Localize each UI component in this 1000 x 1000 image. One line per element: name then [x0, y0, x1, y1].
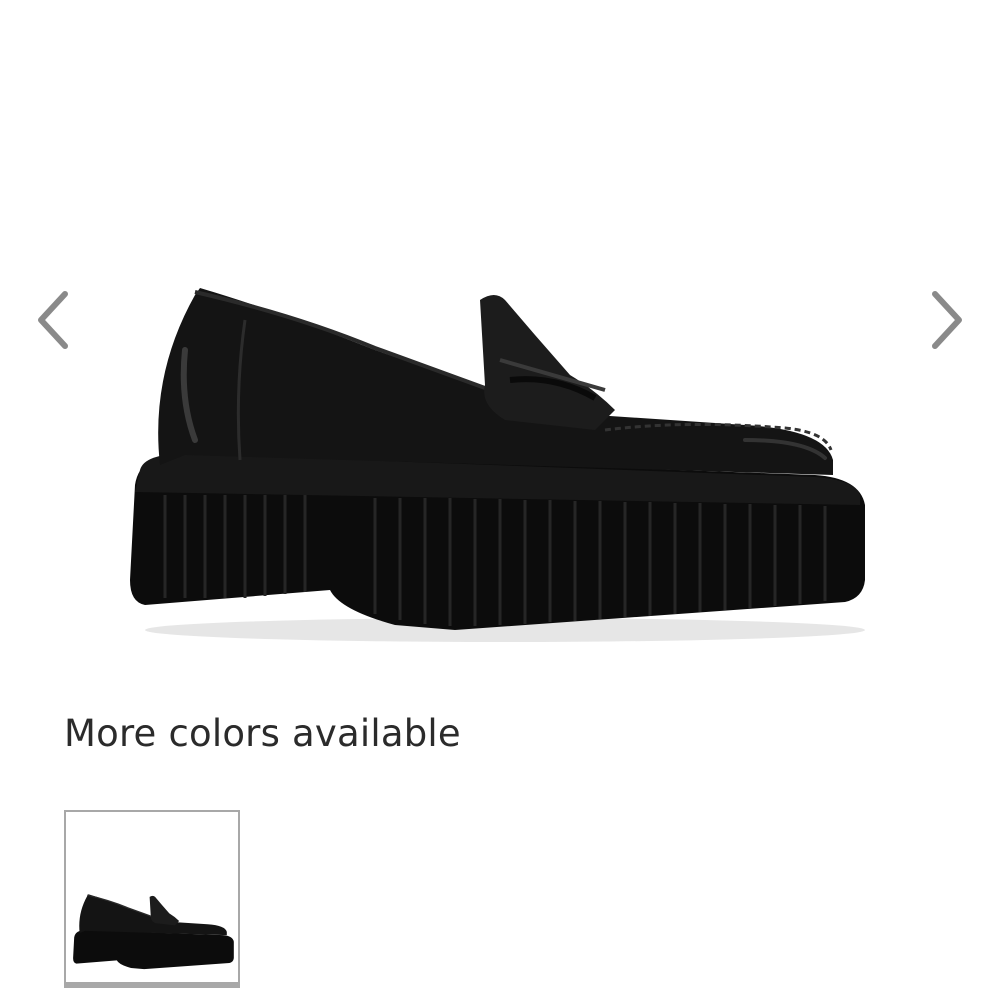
product-page: More colors available [0, 0, 1000, 1000]
product-image-carousel [0, 0, 1000, 700]
chevron-left-icon [38, 291, 68, 349]
more-colors-heading: More colors available [64, 712, 461, 755]
chevron-right-icon [932, 291, 962, 349]
swatch-thumbnail-image [73, 894, 234, 970]
product-main-image [130, 288, 865, 642]
selected-swatch-indicator [64, 982, 240, 988]
previous-image-button[interactable] [28, 290, 78, 350]
color-swatch-black[interactable] [64, 810, 240, 986]
next-image-button[interactable] [922, 290, 972, 350]
